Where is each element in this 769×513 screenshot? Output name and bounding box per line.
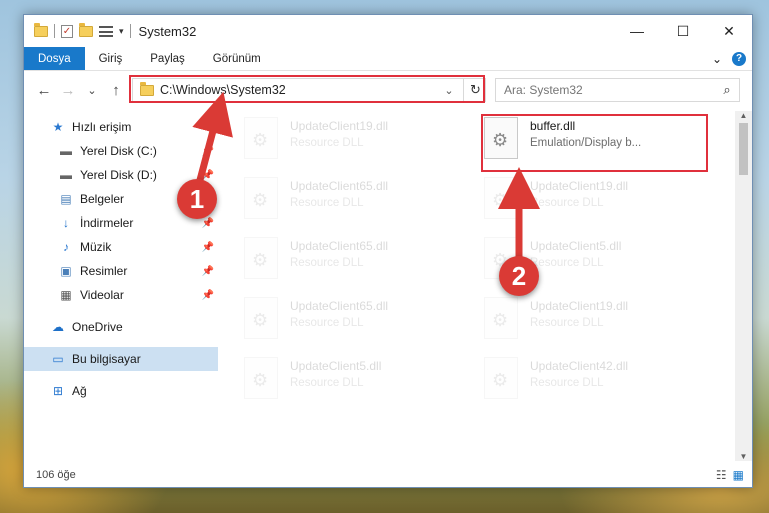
arrow-to-address-bar [192,91,233,181]
annotation-arrows [192,91,540,258]
step-callout-2: 2 [499,256,539,296]
step-callout-1: 1 [177,179,217,219]
